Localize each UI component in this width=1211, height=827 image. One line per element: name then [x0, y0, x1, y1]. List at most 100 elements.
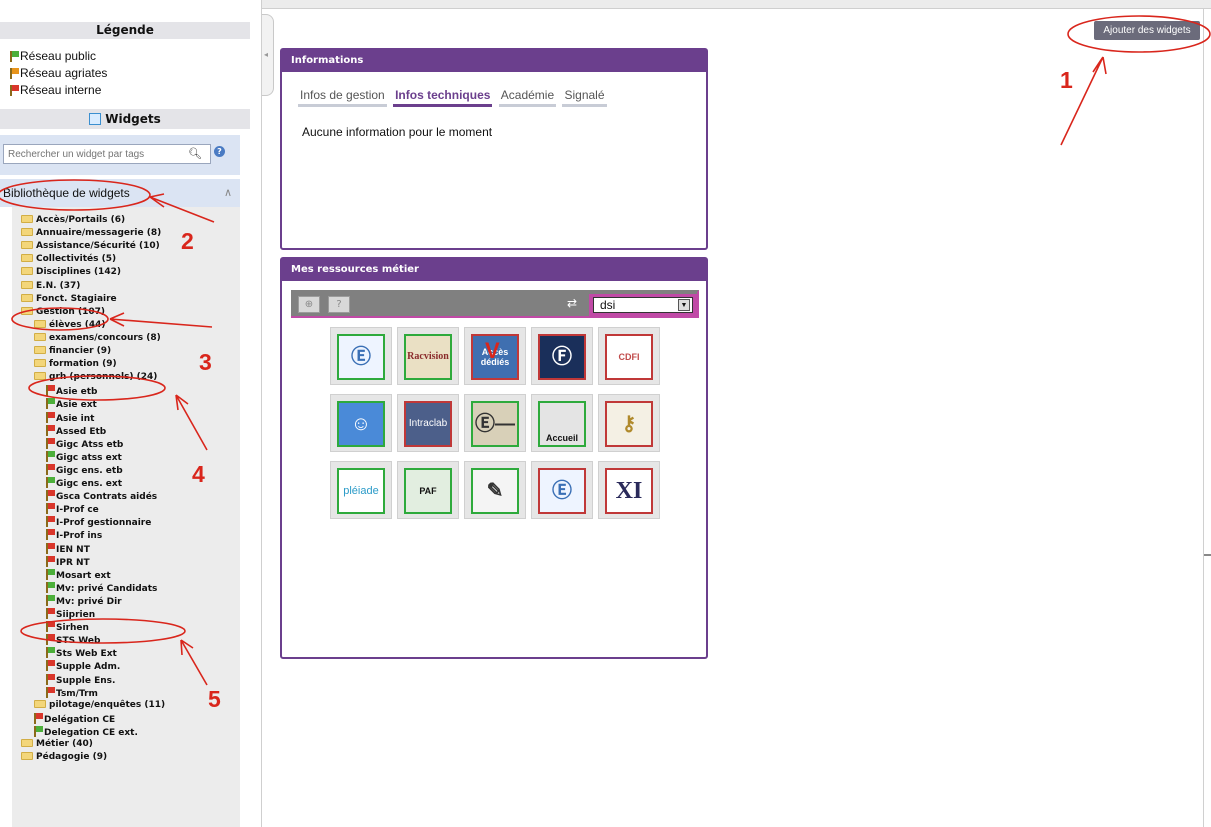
tree-folder[interactable]: Fonct. Stagiaire	[21, 293, 117, 305]
tile-keys[interactable]: ⚷	[598, 394, 660, 452]
tree-folder[interactable]: financier (9)	[34, 346, 111, 357]
tree-folder[interactable]: pilotage/enquêtes (11)	[34, 699, 165, 711]
tree-widget[interactable]: Siiprien	[46, 608, 95, 621]
tree-widget[interactable]: I-Prof gestionnaire	[46, 516, 151, 529]
tree-folder[interactable]: Annuaire/messagerie (8)	[21, 228, 161, 239]
tree-widget[interactable]: Mosart ext	[46, 568, 111, 582]
chevron-left-icon[interactable]: ◂	[264, 50, 268, 59]
tree-widget[interactable]: Mv: privé Candidats	[46, 581, 157, 595]
red-flag-icon	[46, 437, 55, 449]
tree-widget[interactable]: Delegation CE ext.	[34, 725, 138, 739]
profile-select-value[interactable]: dsi ▼	[593, 297, 693, 313]
tile-cdfi[interactable]: CDFI	[598, 327, 660, 385]
tile-ministere-2[interactable]: Ⓔ	[531, 461, 593, 519]
tree-folder[interactable]: Gestion (107)	[21, 306, 105, 318]
tile-cartoon[interactable]: ☺	[330, 394, 392, 452]
help-icon[interactable]: ?	[214, 146, 225, 157]
tree-widget[interactable]: Tsm/Trm	[46, 686, 98, 700]
chevron-down-icon[interactable]: ▼	[678, 299, 690, 311]
tab-academie[interactable]: Académie	[498, 88, 557, 107]
tree-folder[interactable]: Métier (40)	[21, 739, 93, 750]
tree-folder[interactable]: Collectivités (5)	[21, 254, 116, 265]
tree-widget[interactable]: Gsca Contrats aidés	[46, 490, 157, 503]
folder-icon	[21, 254, 33, 263]
tree-widget[interactable]: Delégation CE	[34, 712, 116, 726]
tile-accueil[interactable]: Accueil	[531, 394, 593, 452]
tree-label: Sts Web Ext	[56, 649, 117, 660]
tile-racvision[interactable]: Racvision	[397, 327, 459, 385]
tile-paf[interactable]: PAF	[397, 461, 459, 519]
annotation-number: 2	[181, 228, 194, 254]
tile-chat[interactable]: ✎	[464, 461, 526, 519]
add-resource-icon[interactable]: ⊕	[298, 296, 320, 313]
tab-infos-gestion[interactable]: Infos de gestion	[298, 88, 387, 107]
tree-folder[interactable]: grh (personnels) (24)	[34, 372, 157, 383]
legend-label: Réseau public	[20, 49, 97, 63]
tab-signale[interactable]: Signalé	[562, 88, 607, 107]
scrollbar[interactable]	[1203, 9, 1211, 827]
tree-widget[interactable]: Gigc ens. ext	[46, 477, 122, 490]
tree-widget[interactable]: I-Prof ce	[46, 503, 99, 516]
help-icon[interactable]: ?	[328, 296, 350, 313]
red-flag-icon	[46, 555, 55, 567]
widget-search-input[interactable]	[3, 144, 211, 164]
tree-widget[interactable]: Sirhen	[46, 621, 89, 634]
red-flag-icon	[46, 529, 55, 541]
tree-label: Delégation CE	[44, 714, 116, 725]
chevron-up-icon[interactable]: ∧	[224, 179, 232, 207]
tree-widget[interactable]: STS Web	[46, 634, 100, 647]
tree-folder[interactable]: élèves (44)	[34, 319, 106, 331]
tree-widget[interactable]: Mv: privé Dir	[46, 594, 122, 608]
tree-label: Collectivités (5)	[36, 254, 117, 265]
tree-widget[interactable]: Supple Ens.	[46, 673, 115, 687]
tree-widget[interactable]: I-Prof ins	[46, 529, 102, 542]
green-flag-icon	[46, 477, 55, 488]
tile-e-logo[interactable]: Ⓔ—	[464, 394, 526, 452]
tree-widget[interactable]: Sts Web Ext	[46, 647, 117, 660]
widgets-title-label: Widgets	[105, 112, 161, 126]
tab-infos-techniques[interactable]: Infos techniques	[393, 88, 493, 107]
tile-pleiade[interactable]: pléiade	[330, 461, 392, 519]
tree-widget[interactable]: IEN NT	[46, 542, 90, 556]
add-widgets-button[interactable]: Ajouter des widgets	[1094, 21, 1200, 40]
tree-folder[interactable]: Accès/Portails (6)	[21, 215, 125, 226]
tree-label: Disciplines (142)	[36, 267, 121, 278]
red-flag-icon	[34, 712, 43, 724]
widget-library-header[interactable]: Bibliothèque de widgets ∧	[0, 179, 240, 207]
widget-search-box: 🔍︎ ?	[0, 135, 240, 175]
tree-folder[interactable]: examens/concours (8)	[34, 332, 161, 344]
info-tabs: Infos de gestion Infos techniques Académ…	[298, 88, 610, 107]
tree-widget[interactable]: IPR NT	[46, 555, 90, 569]
tile-acces-dedies[interactable]: Accès dédiés V	[464, 327, 526, 385]
tree-folder[interactable]: Pédagogie (9)	[21, 752, 107, 763]
tree-widget[interactable]: Gigc atss ext	[46, 450, 122, 464]
tree-widget[interactable]: Gigc ens. etb	[46, 463, 123, 477]
tree-folder[interactable]: E.N. (37)	[21, 280, 80, 292]
tree-folder[interactable]: formation (9)	[34, 359, 117, 370]
sidebar-collapse-handle[interactable]: ◂	[262, 14, 274, 96]
tree-widget[interactable]: Supple Adm.	[46, 660, 120, 673]
tile-f-logo[interactable]: Ⓕ	[531, 327, 593, 385]
tree-folder[interactable]: Disciplines (142)	[21, 267, 121, 278]
tree-label: financier (9)	[49, 346, 112, 356]
tree-widget[interactable]: Gigc Atss etb	[46, 437, 123, 451]
profile-select[interactable]: dsi ▼	[589, 294, 698, 316]
tile-ministere-1[interactable]: Ⓔ	[330, 327, 392, 385]
tree-label: Fonct. Stagiaire	[36, 293, 117, 304]
tile-xi[interactable]: XI	[598, 461, 660, 519]
tree-widget[interactable]: Asie ext	[46, 398, 97, 411]
informations-panel: Informations Infos de gestion Infos tech…	[280, 48, 708, 250]
tree-widget[interactable]: Asie etb	[46, 385, 98, 398]
legend-item-public: Réseau public	[10, 49, 96, 63]
folder-icon	[21, 739, 33, 747]
refresh-icon[interactable]: ⇄	[567, 296, 577, 310]
tile-xi-logo: XI	[605, 468, 653, 514]
tree-widget[interactable]: Assed Etb	[46, 424, 106, 438]
tree-label: I-Prof ce	[56, 505, 99, 516]
tree-folder[interactable]: Assistance/Sécurité (10)	[21, 241, 160, 252]
tree-label: Sirhen	[56, 623, 89, 634]
search-icon[interactable]: 🔍︎	[188, 147, 202, 160]
tree-widget[interactable]: Asie int	[46, 411, 94, 425]
tile-intraclab[interactable]: Intraclab	[397, 394, 459, 452]
tree-label: Accès/Portails (6)	[36, 215, 126, 225]
